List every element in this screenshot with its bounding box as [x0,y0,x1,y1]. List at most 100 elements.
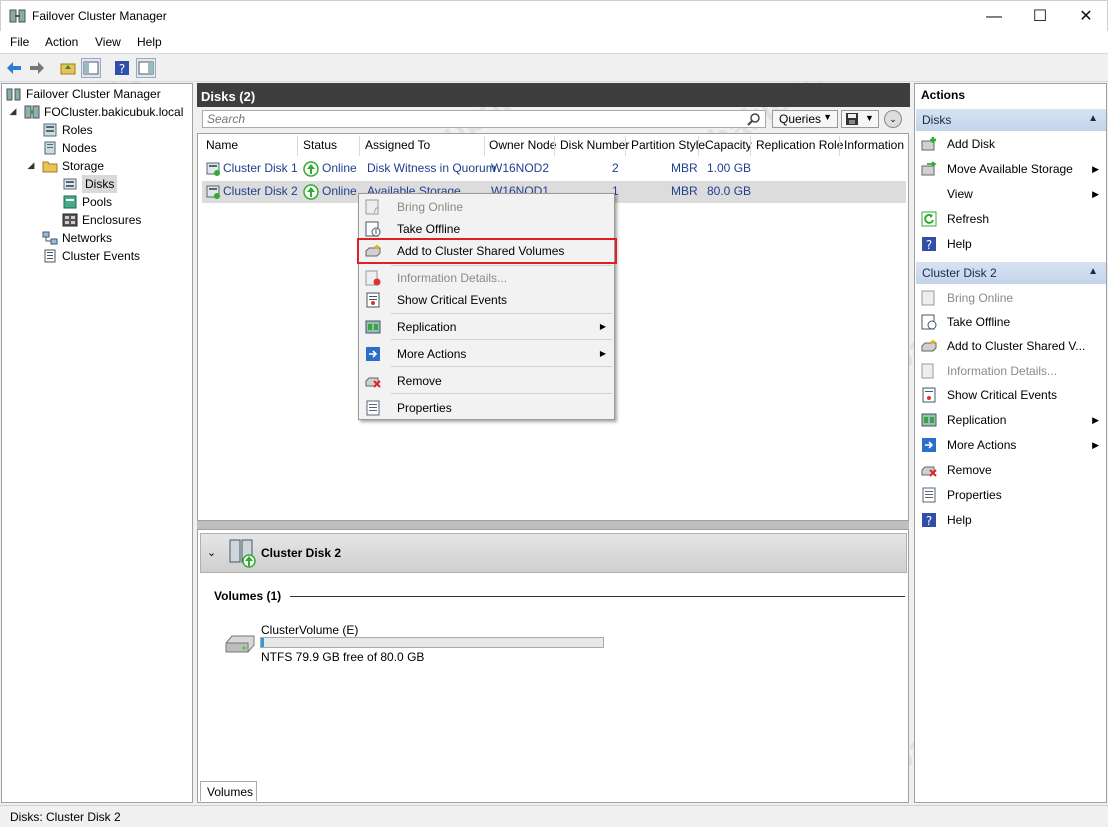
search-input[interactable] [202,110,766,128]
col-capacity[interactable]: Capacity [705,138,752,156]
expand-chevron-icon[interactable]: ◢ [8,106,18,117]
cell-name: Cluster Disk 1 [223,161,298,175]
help-button[interactable]: ? [112,58,132,78]
tree-nodes[interactable]: Nodes [42,139,97,157]
section-label: Disks [922,113,952,127]
forward-button[interactable] [27,58,47,78]
menu-item-bring-online[interactable]: Bring Online [359,196,614,218]
action-add-to-csv[interactable]: Add to Cluster Shared V... [919,334,1105,358]
action-move-available-storage[interactable]: Move Available Storage ▶ [919,157,1105,181]
expand-chevron-icon[interactable]: ◢ [26,160,36,171]
cell-partition-style: MBR [671,161,698,175]
cluster-icon [24,105,40,119]
action-view[interactable]: View ▶ [919,182,1105,206]
col-name[interactable]: Name [206,138,238,156]
col-status[interactable]: Status [303,138,337,156]
menu-bar: File Action View Help [0,31,1108,53]
move-storage-icon [921,161,937,176]
actions-section-cluster-disk-2[interactable]: Cluster Disk 2 ▲ [916,262,1106,284]
tree-enclosures[interactable]: Enclosures [62,211,141,229]
menu-item-replication[interactable]: Replication ▶ [359,316,614,338]
magnifier-icon [747,113,760,126]
col-assigned[interactable]: Assigned To [365,138,430,156]
properties-icon [922,487,936,503]
menu-action[interactable]: Action [45,35,78,49]
back-arrow-icon [7,62,21,74]
cluster-disk-large-icon [229,539,256,568]
volume-name[interactable]: ClusterVolume (E) [261,623,358,637]
take-offline-icon [921,314,937,330]
tab-volumes[interactable]: Volumes [200,781,257,801]
tree-disks-label: Disks [82,175,118,193]
tree-root[interactable]: Failover Cluster Manager [6,85,161,103]
help-icon: ? [115,61,129,76]
section-label: Cluster Disk 2 [922,266,997,280]
col-disk-number[interactable]: Disk Number [560,138,629,156]
information-details-icon [921,363,934,379]
highlight-box [357,238,617,264]
action-remove[interactable]: Remove [919,458,1105,482]
dropdown-arrow-icon: ▼ [823,112,832,122]
show-hide-tree-button[interactable] [81,58,101,78]
detail-pane: ⌄ Cluster Disk 2 Volumes (1) ClusterVolu… [197,529,909,803]
tree-cluster[interactable]: FOCluster.bakicubuk.local [24,103,183,121]
menu-item-information-details[interactable]: Information Details... [359,267,614,289]
close-button[interactable]: ✕ [1063,1,1108,32]
online-arrow-icon [303,184,319,200]
menu-view[interactable]: View [95,35,121,49]
volume-usage-fill [261,638,265,647]
tree-pools-label: Pools [82,195,113,209]
search-icon[interactable] [746,112,762,126]
refresh-icon [921,211,937,227]
col-owner[interactable]: Owner Node [489,138,556,156]
menu-item-remove[interactable]: Remove [359,370,614,392]
nodes-icon [44,141,56,155]
action-information-details[interactable]: Information Details... [919,359,1105,383]
back-button[interactable] [4,58,24,78]
cell-assigned: Disk Witness in Quorum [367,161,496,175]
action-refresh[interactable]: Refresh [919,207,1105,231]
queries-button[interactable]: Queries ▼ [772,110,838,128]
pane-splitter[interactable] [197,521,909,529]
menu-item-more-actions[interactable]: More Actions ▶ [359,343,614,365]
col-information[interactable]: Information [844,138,904,156]
collapse-chevron-icon[interactable]: ⌄ [207,546,216,559]
action-show-critical-events[interactable]: Show Critical Events [919,383,1105,407]
add-disk-icon [921,137,936,151]
tree-nodes-label: Nodes [62,141,97,155]
actions-section-disks[interactable]: Disks ▲ [916,109,1106,131]
roles-icon [43,123,57,137]
col-replication-role[interactable]: Replication Role [756,138,843,156]
save-query-button[interactable]: ▼ [841,110,879,128]
menu-item-take-offline[interactable]: Take Offline [359,218,614,240]
action-add-disk[interactable]: Add Disk [919,132,1105,156]
action-bring-online[interactable]: Bring Online [919,286,1105,310]
col-partition-style[interactable]: Partition Style [631,138,705,156]
tree-networks[interactable]: Networks [42,229,112,247]
show-hide-action-pane-button[interactable] [136,58,156,78]
replication-icon [921,413,937,427]
tree-roles[interactable]: Roles [42,121,93,139]
collapse-chevron-icon[interactable]: ⌄ [884,110,902,128]
submenu-arrow-icon: ▶ [1092,440,1099,450]
action-more-actions[interactable]: More Actions ▶ [919,433,1105,457]
action-take-offline[interactable]: Take Offline [919,310,1105,334]
table-row[interactable]: Cluster Disk 1 Online Disk Witness in Qu… [202,158,906,180]
action-help-2[interactable]: ? Help [919,508,1105,532]
tree-cluster-events[interactable]: Cluster Events [42,247,140,265]
maximize-button[interactable]: ☐ [1017,1,1063,32]
information-details-icon [365,270,381,286]
action-properties[interactable]: Properties [919,483,1105,507]
menu-help[interactable]: Help [137,35,162,49]
tree-disks[interactable]: Disks [62,175,118,193]
tree-storage[interactable]: Storage [42,157,104,175]
action-replication[interactable]: Replication ▶ [919,408,1105,432]
menu-item-show-critical-events[interactable]: Show Critical Events [359,289,614,311]
up-folder-button[interactable] [58,58,78,78]
tree-pools[interactable]: Pools [62,193,112,211]
action-help[interactable]: ? Help [919,232,1105,256]
minimize-button[interactable]: — [971,1,1017,32]
menu-file[interactable]: File [10,35,29,49]
menu-item-properties[interactable]: Properties [359,397,614,419]
tree-storage-label: Storage [62,159,105,173]
